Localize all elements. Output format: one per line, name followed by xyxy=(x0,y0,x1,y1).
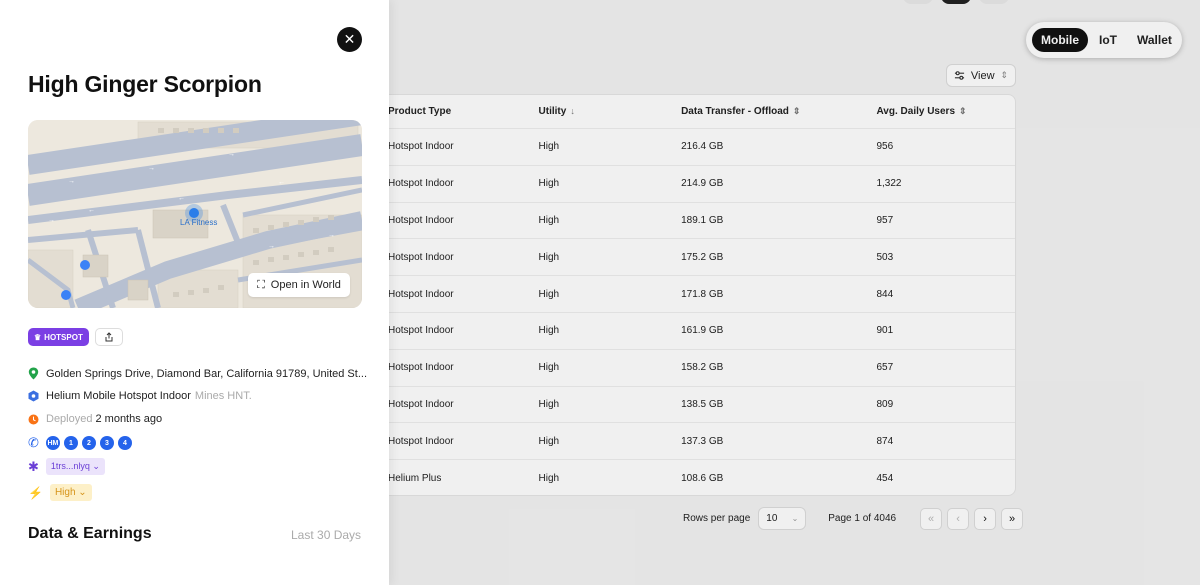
utility-row: ⚡ High ⌄ xyxy=(28,484,92,501)
hexagon-icon xyxy=(28,390,39,402)
lightning-icon: ⚡ xyxy=(28,485,43,500)
svg-text:←: ← xyxy=(88,207,95,214)
hotspot-detail-panel: ✕ High Ginger Scorpion → → → ← ← ← → → →… xyxy=(0,0,389,585)
owner-row: ✱ 1trs...nlyq ⌄ xyxy=(28,458,105,475)
owner-address: 1trs...nlyq xyxy=(50,461,90,471)
device-type-row: Helium Mobile Hotspot Indoor Mines HNT. xyxy=(28,390,252,402)
svg-text:→: → xyxy=(148,165,155,172)
utility-value: High xyxy=(54,487,76,498)
share-button[interactable] xyxy=(94,328,123,346)
device-note: Mines HNT. xyxy=(194,390,252,402)
crown-icon: ♛ xyxy=(34,332,42,342)
radio-row: ✆ HM 1 2 3 4 xyxy=(28,435,132,451)
person-icon: ✱ xyxy=(28,458,39,474)
svg-text:←: ← xyxy=(178,195,185,202)
close-icon: ✕ xyxy=(343,31,356,47)
hotspot-title: High Ginger Scorpion xyxy=(28,71,262,97)
data-earnings-title: Data & Earnings xyxy=(28,525,152,542)
deployed-value: 2 months ago xyxy=(95,413,163,425)
svg-text:→: → xyxy=(268,243,275,250)
share-icon xyxy=(105,332,113,342)
address-row: Golden Springs Drive, Diamond Bar, Calif… xyxy=(28,367,367,380)
hotspot-badge-label: HOTSPOT xyxy=(44,332,83,342)
owner-dropdown[interactable]: 1trs...nlyq ⌄ xyxy=(45,458,105,475)
expand-icon: ⛶ xyxy=(257,278,265,291)
radio-chip-2[interactable]: 2 xyxy=(81,436,96,450)
svg-text:←: ← xyxy=(278,179,285,186)
phone-icon: ✆ xyxy=(28,435,39,450)
badge-row: ♛ HOTSPOT xyxy=(28,328,123,346)
open-in-world-button[interactable]: ⛶ Open in World xyxy=(248,273,350,297)
open-in-world-label: Open in World xyxy=(270,279,341,291)
deployed-label: Deployed xyxy=(46,413,93,425)
address-text: Golden Springs Drive, Diamond Bar, Calif… xyxy=(46,367,367,380)
svg-text:→: → xyxy=(48,217,55,224)
overlay-dim xyxy=(389,0,1200,585)
period-selector[interactable]: Last 30 Days xyxy=(291,528,361,542)
device-type-text: Helium Mobile Hotspot Indoor xyxy=(46,390,191,402)
svg-text:→: → xyxy=(68,178,75,185)
svg-text:→: → xyxy=(328,232,335,239)
utility-dropdown[interactable]: High ⌄ xyxy=(49,484,92,501)
svg-text:→: → xyxy=(228,151,235,158)
hotspot-badge: ♛ HOTSPOT xyxy=(28,328,89,346)
deployed-row: Deployed 2 months ago xyxy=(28,413,162,425)
radio-chip-4[interactable]: 4 xyxy=(117,436,132,450)
radio-chip-hm[interactable]: HM xyxy=(45,436,60,450)
radio-chip-1[interactable]: 1 xyxy=(63,436,78,450)
radio-chip-3[interactable]: 3 xyxy=(99,436,114,450)
location-pin-icon xyxy=(28,367,39,380)
clock-icon xyxy=(28,414,39,424)
close-button[interactable]: ✕ xyxy=(337,27,362,52)
svg-text:LA Fitness: LA Fitness xyxy=(180,218,217,227)
